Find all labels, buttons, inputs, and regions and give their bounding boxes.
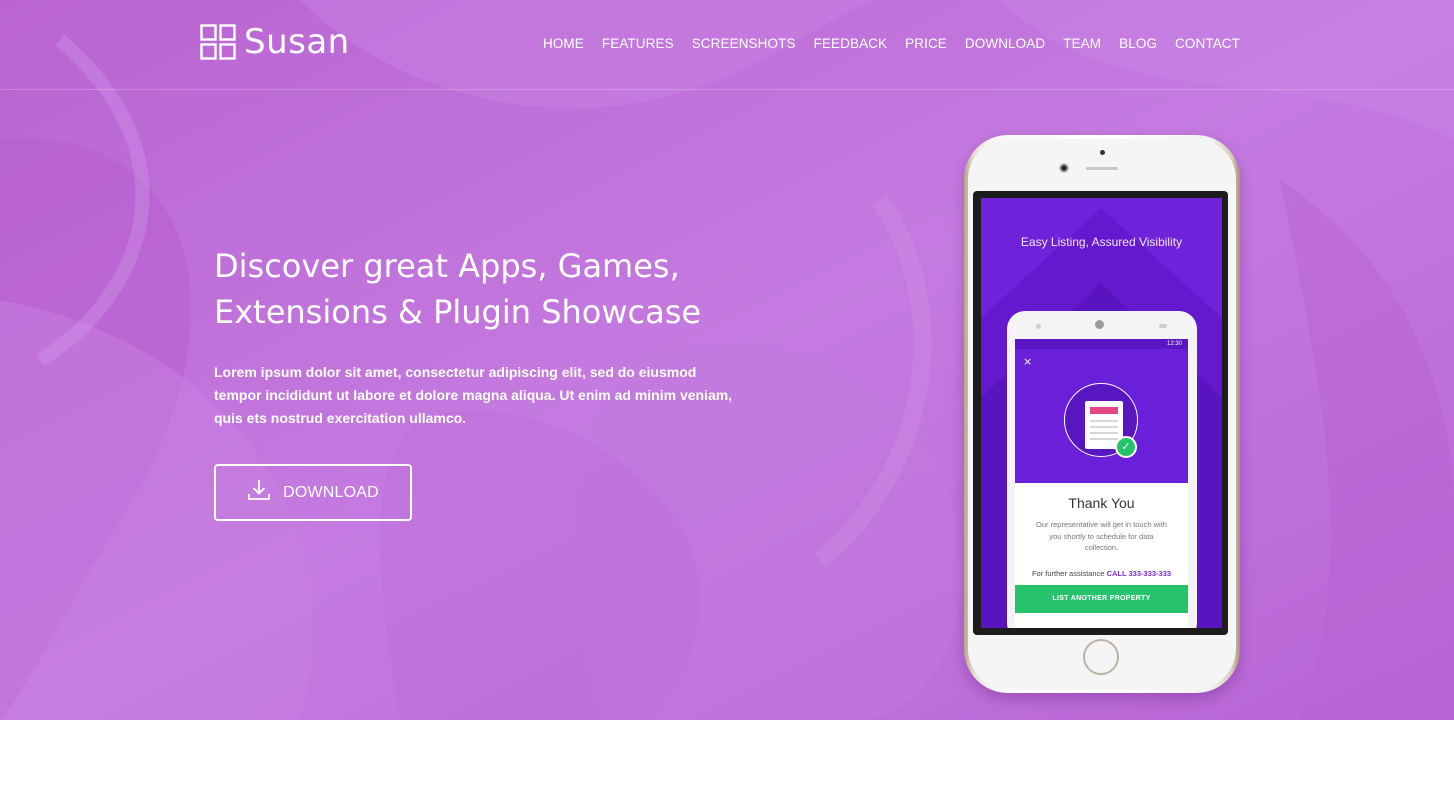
nav-item-blog[interactable]: BLOG: [1119, 36, 1157, 51]
hero-headline-line-1: Discover great Apps, Games,: [214, 247, 680, 285]
hero-headline-line-2: Extensions & Plugin Showcase: [214, 293, 702, 331]
brand-name: Susan: [244, 22, 350, 62]
hero-headline: Discover great Apps, Games, Extensions &…: [214, 243, 774, 335]
nav-item-home[interactable]: HOME: [543, 36, 584, 51]
download-button-label: DOWNLOAD: [283, 483, 379, 501]
document-line: [1090, 438, 1118, 440]
nav-item-features[interactable]: FEATURES: [602, 36, 674, 51]
inner-phone-screen: 12:30 × ✓ Thank You Our representative w…: [1015, 339, 1188, 628]
assistance-line: For further assistance CALL 333-333-333: [1015, 569, 1188, 578]
phone-screen: Easy Listing, Assured Visibility 12:30 ×: [981, 198, 1222, 628]
brand-logo[interactable]: Susan: [200, 22, 350, 62]
inner-status-bar: 12:30: [1015, 339, 1188, 349]
phone-sensor: [1100, 150, 1105, 155]
grid-four-squares-icon: [200, 24, 236, 60]
document-line: [1090, 426, 1118, 428]
inner-phone-illustration: 12:30 × ✓ Thank You Our representative w…: [1007, 311, 1197, 628]
document-line: [1090, 420, 1118, 422]
hero-description: Lorem ipsum dolor sit amet, consectetur …: [214, 364, 733, 426]
close-icon: ×: [1023, 355, 1033, 368]
assistance-prefix: For further assistance: [1031, 569, 1105, 578]
check-icon: ✓: [1115, 436, 1137, 458]
inner-status-time: 12:30: [1166, 341, 1182, 347]
list-another-property-button: LIST ANOTHER PROPERTY: [1015, 585, 1188, 613]
inner-header: × ✓: [1015, 349, 1188, 483]
nav-item-price[interactable]: PRICE: [905, 36, 947, 51]
top-navbar: Susan HOME FEATURES SCREENSHOTS FEEDBACK…: [0, 0, 1454, 90]
call-link: CALL 333-333-333: [1106, 569, 1172, 578]
document-header-bar: [1090, 407, 1118, 414]
nav-item-download[interactable]: DOWNLOAD: [965, 36, 1045, 51]
download-icon: [248, 479, 270, 500]
thank-you-heading: Thank You: [1068, 495, 1135, 511]
nav-item-feedback[interactable]: FEEDBACK: [814, 36, 888, 51]
nav-item-contact[interactable]: CONTACT: [1175, 36, 1240, 51]
inner-phone-speaker: [1159, 324, 1167, 328]
download-button[interactable]: DOWNLOAD: [214, 464, 412, 521]
nav-item-screenshots[interactable]: SCREENSHOTS: [692, 36, 796, 51]
nav-item-team[interactable]: TEAM: [1063, 36, 1101, 51]
document-line: [1090, 432, 1118, 434]
phone-home-button: [1083, 639, 1119, 675]
main-nav: HOME FEATURES SCREENSHOTS FEEDBACK PRICE…: [525, 36, 1240, 51]
hero-section: Susan HOME FEATURES SCREENSHOTS FEEDBACK…: [0, 0, 1454, 720]
phone-front-camera: [1059, 163, 1069, 173]
app-screen-title: Easy Listing, Assured Visibility: [1020, 235, 1183, 249]
thank-you-message: Our representative will get in touch wit…: [1036, 520, 1167, 552]
phone-speaker: [1086, 167, 1118, 170]
inner-phone-sensor: [1036, 324, 1041, 329]
phone-mockup: Easy Listing, Assured Visibility 12:30 ×: [964, 135, 1240, 693]
inner-phone-camera: [1095, 320, 1104, 329]
